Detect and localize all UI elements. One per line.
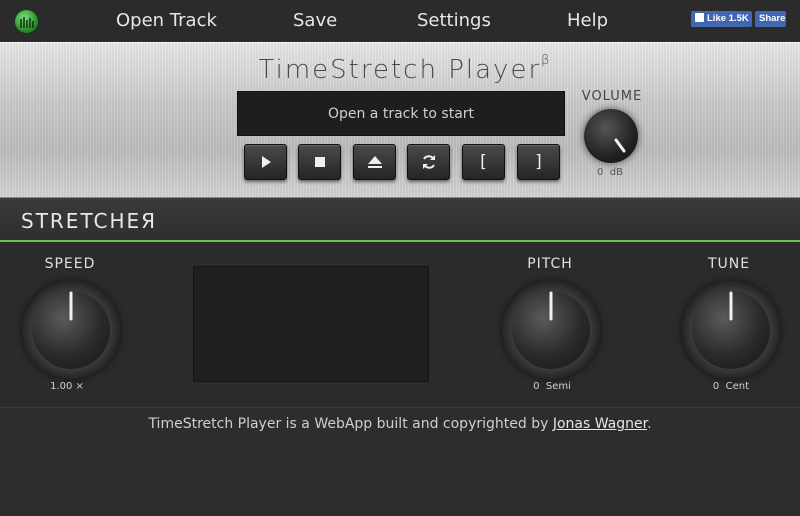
pitch-label: PITCH [527,256,573,272]
tune-unit: Cent [725,381,750,392]
bracket-open-icon: [ [480,151,487,172]
play-icon [261,156,271,168]
pitch-unit: Semi [545,381,571,392]
stretcher-header: STRETCHEЯ [0,198,800,242]
footer: TimeStretch Player is a WebApp built and… [0,416,800,432]
footer-end: . [647,416,652,432]
speed-number: 1.00 [50,381,73,392]
pitch-knob-indicator [549,291,553,321]
pitch-number: 0 [533,381,540,392]
volume-value: 0 dB [585,167,635,178]
pitch-knob[interactable] [502,281,600,379]
beta-mark: β [541,53,550,68]
track-display: Open a track to start [237,91,565,136]
nav-settings[interactable]: Settings [417,10,491,31]
author-link[interactable]: Jonas Wagner [553,416,647,432]
facebook-like-label: Like 1.5K [707,13,749,24]
player-panel: TimeStretch Playerβ Open a track to star… [0,42,800,198]
volume-label: VOLUME [581,89,643,104]
pitch-value: 0 Semi [507,381,597,392]
bracket-close-icon: ] [535,151,542,172]
stretch-pad[interactable] [193,266,429,382]
facebook-share-button[interactable]: Share [755,11,786,27]
stop-button[interactable] [298,144,341,180]
stop-icon [314,157,325,167]
volume-number: 0 [597,167,604,178]
speed-unit: × [75,381,84,392]
speed-knob-indicator [69,291,73,321]
tune-value: 0 Cent [686,381,776,392]
loop-icon [422,155,435,169]
app-title: TimeStretch Playerβ [0,53,800,85]
stretcher-title: STRETCHEЯ [21,209,158,233]
nav-help[interactable]: Help [567,10,608,31]
facebook-like-button[interactable]: Like 1.5K [691,11,752,27]
tune-label: TUNE [707,256,751,272]
volume-knob[interactable] [584,109,638,163]
tune-number: 0 [712,381,720,392]
set-loop-start-button[interactable]: [ [462,144,505,180]
nav-save[interactable]: Save [293,10,337,31]
set-loop-end-button[interactable]: ] [517,144,560,180]
app-title-text: TimeStretch Player [258,55,542,85]
volume-unit: dB [609,167,623,178]
speed-value: 1.00 × [22,381,112,392]
loop-button[interactable] [407,144,450,180]
app-logo-icon[interactable] [14,9,39,34]
tune-knob[interactable] [682,281,780,379]
footer-text: TimeStretch Player is a WebApp built and… [148,416,553,432]
top-nav: Open Track Save Settings Help Like 1.5K … [0,0,800,42]
eject-icon [367,156,382,168]
speed-label: SPEED [44,256,96,272]
play-button[interactable] [244,144,287,180]
tune-knob-indicator [729,291,733,321]
volume-knob-indicator [614,138,626,153]
speed-knob[interactable] [22,281,120,379]
nav-open-track[interactable]: Open Track [116,10,217,31]
thumbs-up-icon [695,13,704,22]
eject-button[interactable] [353,144,396,180]
